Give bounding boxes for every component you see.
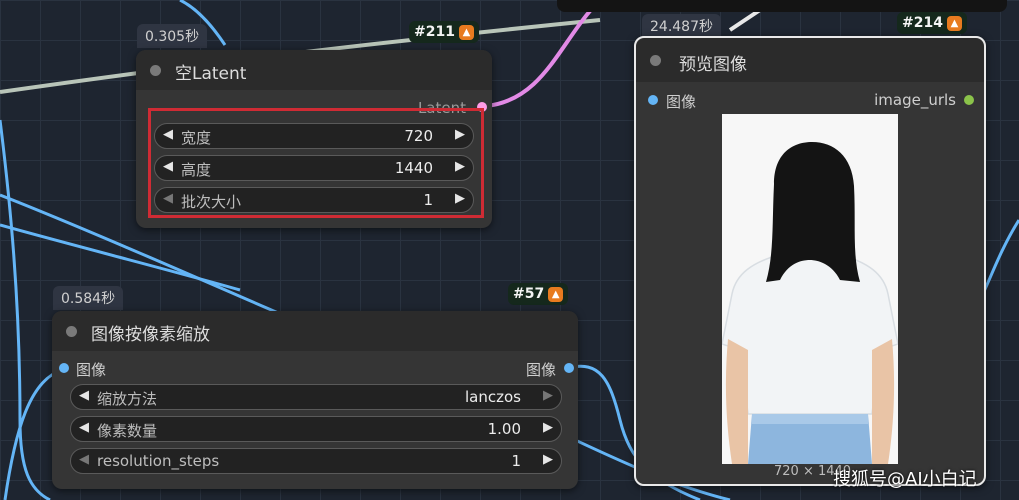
scale-output-label: 图像: [525, 361, 556, 379]
triangle-right-icon[interactable]: ▶: [543, 388, 553, 403]
node-preview-image[interactable]: 预览图像 图像 image_urls 720 × 1440: [634, 36, 986, 486]
triangle-left-icon[interactable]: ◀: [79, 420, 89, 435]
wire-white: [728, 8, 900, 32]
triangle-right-icon[interactable]: ▶: [543, 452, 553, 467]
scale-badge-text: #57: [513, 286, 545, 302]
latent-header[interactable]: 空Latent: [136, 50, 492, 90]
node-image-scale[interactable]: 图像按像素缩放 图像 图像 ◀ 缩放方法 lanczos ▶ ◀ 像素数量 1.…: [52, 311, 578, 489]
preview-badge: #214 ▲: [897, 12, 967, 34]
scale-header[interactable]: 图像按像素缩放: [52, 311, 578, 351]
widget-method-label: 缩放方法: [97, 390, 158, 408]
fox-icon: ▲: [946, 15, 962, 31]
preview-header[interactable]: 预览图像: [636, 38, 984, 82]
widget-pixel-count[interactable]: ◀ 像素数量 1.00 ▶: [70, 416, 562, 442]
widget-steps-label: resolution_steps: [97, 452, 220, 470]
latent-timer: 0.305秒: [137, 24, 208, 48]
wire-image-left-low: [0, 223, 241, 292]
preview-badge-text: #214: [902, 15, 943, 31]
fox-icon: ▲: [458, 24, 474, 40]
latent-badge-text: #211: [414, 24, 455, 40]
preview-timer: 24.487秒: [642, 14, 721, 38]
scale-timer: 0.584秒: [53, 286, 124, 310]
wire-image-curve: [0, 119, 51, 500]
widget-steps-value: 1: [511, 452, 521, 470]
latent-badge: #211 ▲: [409, 21, 479, 43]
preview-input-port[interactable]: [648, 95, 658, 105]
widget-scale-method[interactable]: ◀ 缩放方法 lanczos ▶: [70, 384, 562, 410]
preview-image[interactable]: [722, 114, 898, 464]
preview-input-label: 图像: [666, 93, 697, 111]
top-toolbar[interactable]: [557, 0, 1007, 12]
highlight-box: [148, 108, 484, 218]
triangle-right-icon[interactable]: ▶: [543, 420, 553, 435]
scale-input-port[interactable]: [59, 363, 69, 373]
widget-resolution-steps[interactable]: ◀ resolution_steps 1 ▶: [70, 448, 562, 474]
latent-title: 空Latent: [175, 64, 247, 84]
scale-badge: #57 ▲: [508, 283, 569, 305]
widget-pixel-value: 1.00: [487, 420, 521, 438]
widget-pixel-label: 像素数量: [97, 422, 158, 440]
widget-method-value: lanczos: [465, 388, 521, 406]
scale-output-port[interactable]: [564, 363, 574, 373]
wire-latent: [485, 0, 602, 108]
status-dot-icon: [66, 326, 77, 337]
triangle-left-icon[interactable]: ◀: [79, 388, 89, 403]
watermark: 搜狐号@AI小白记: [833, 469, 977, 490]
fox-icon: ▲: [548, 286, 564, 302]
triangle-left-icon[interactable]: ◀: [79, 452, 89, 467]
scale-title: 图像按像素缩放: [91, 325, 210, 345]
preview-output-port[interactable]: [964, 95, 974, 105]
status-dot-icon: [150, 65, 161, 76]
person-back-image: [722, 114, 898, 464]
preview-output-label: image_urls: [874, 91, 956, 109]
preview-title: 预览图像: [679, 55, 747, 75]
scale-input-label: 图像: [76, 361, 107, 379]
status-dot-icon: [650, 55, 661, 66]
